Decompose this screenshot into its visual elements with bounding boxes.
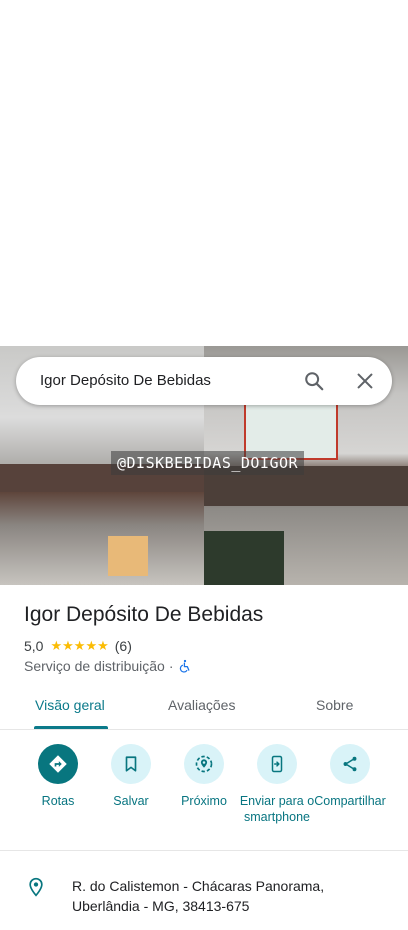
share-button-circle[interactable] — [330, 744, 370, 784]
directions-icon — [49, 755, 67, 773]
section-divider — [0, 850, 408, 851]
directions-button-circle[interactable] — [38, 744, 78, 784]
star-icon: ★ — [50, 638, 63, 653]
place-category: Serviço de distribuição — [24, 658, 165, 674]
nearby-label: Próximo — [181, 794, 227, 808]
share-label: Compartilhar — [314, 794, 386, 808]
rating-stars: ★ ★ ★ ★ ★ — [50, 639, 108, 653]
rating-value: 5,0 — [24, 638, 44, 654]
directions-label: Rotas — [41, 794, 75, 808]
location-pin-icon — [29, 877, 43, 897]
blank-area — [0, 0, 408, 346]
star-icon: ★ — [62, 638, 74, 653]
rating-row[interactable]: 5,0 ★ ★ ★ ★ ★ (6) — [24, 637, 132, 655]
action-buttons: Rotas Salvar Próximo Enviar para o smart… — [0, 744, 408, 844]
address-text: R. do Calistemon - Chácaras Panorama, Ub… — [72, 878, 325, 914]
send-to-phone-button[interactable]: Enviar para o smartphone — [237, 744, 317, 825]
category-row: Serviço de distribuição · — [24, 658, 192, 674]
star-icon: ★ — [97, 638, 109, 653]
save-label: Salvar — [113, 794, 149, 808]
star-icon: ★ — [85, 638, 98, 653]
directions-button[interactable]: Rotas — [18, 744, 98, 809]
send-to-phone-button-circle[interactable] — [257, 744, 297, 784]
save-button[interactable]: Salvar — [91, 744, 171, 809]
search-bar[interactable]: Igor Depósito De Bebidas — [16, 357, 392, 405]
active-tab-indicator — [34, 726, 108, 729]
share-icon — [343, 756, 357, 772]
bookmark-icon — [125, 756, 137, 772]
separator-dot: · — [168, 658, 174, 674]
search-icon[interactable] — [303, 370, 325, 392]
address-row[interactable]: R. do Calistemon - Chácaras Panorama, Ub… — [0, 865, 408, 921]
close-icon[interactable] — [354, 370, 376, 392]
tab-overview[interactable]: Visão geral — [35, 697, 105, 713]
review-count[interactable]: (6) — [115, 638, 132, 654]
nearby-button-circle[interactable] — [184, 744, 224, 784]
photo-detail — [204, 531, 284, 585]
star-icon: ★ — [73, 638, 86, 653]
photo-overlay-text: @DISKBEBIDAS_DOIGOR — [111, 451, 305, 475]
photo-detail — [108, 536, 148, 576]
wheelchair-accessible-icon — [179, 659, 189, 673]
nearby-button[interactable]: Próximo — [164, 744, 244, 809]
place-tabs: Visão geral Avaliações Sobre — [0, 684, 408, 730]
send-to-phone-label: Enviar para o smartphone — [239, 794, 315, 824]
save-button-circle[interactable] — [111, 744, 151, 784]
tab-about[interactable]: Sobre — [316, 697, 353, 713]
nearby-icon — [195, 755, 213, 773]
tab-reviews[interactable]: Avaliações — [168, 697, 235, 713]
place-title: Igor Depósito De Bebidas — [24, 603, 264, 626]
search-query[interactable]: Igor Depósito De Bebidas — [40, 372, 211, 389]
share-button[interactable]: Compartilhar — [310, 744, 390, 809]
send-to-phone-icon — [271, 755, 283, 773]
